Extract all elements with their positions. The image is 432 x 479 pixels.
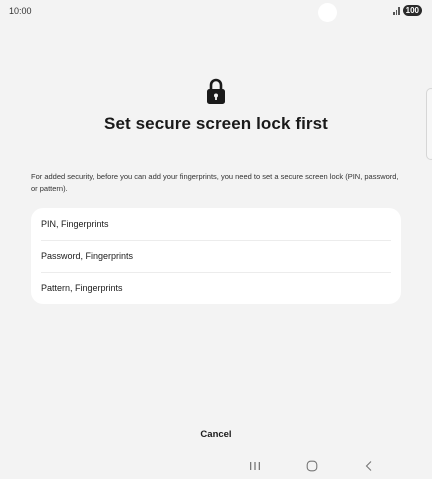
back-icon[interactable] [362, 459, 376, 473]
status-time: 10:00 [9, 6, 32, 16]
camera-cutout [318, 3, 337, 22]
description-text: For added security, before you can add y… [31, 172, 399, 193]
page-title: Set secure screen lock first [104, 114, 328, 133]
lock-icon [207, 78, 225, 104]
battery-icon: 100 [402, 5, 422, 16]
navigation-bar [0, 457, 432, 475]
option-password-fingerprints[interactable]: Password, Fingerprints [31, 240, 401, 272]
status-icons: 100 [393, 5, 422, 16]
cancel-button[interactable]: Cancel [0, 429, 432, 440]
lock-options-list: PIN, Fingerprints Password, Fingerprints… [31, 208, 401, 304]
option-pin-fingerprints[interactable]: PIN, Fingerprints [31, 208, 401, 240]
status-bar: 10:00 100 [0, 0, 432, 22]
option-pattern-fingerprints[interactable]: Pattern, Fingerprints [31, 272, 401, 304]
home-icon[interactable] [305, 459, 319, 473]
recents-icon[interactable] [248, 459, 262, 473]
signal-icon [393, 6, 400, 15]
